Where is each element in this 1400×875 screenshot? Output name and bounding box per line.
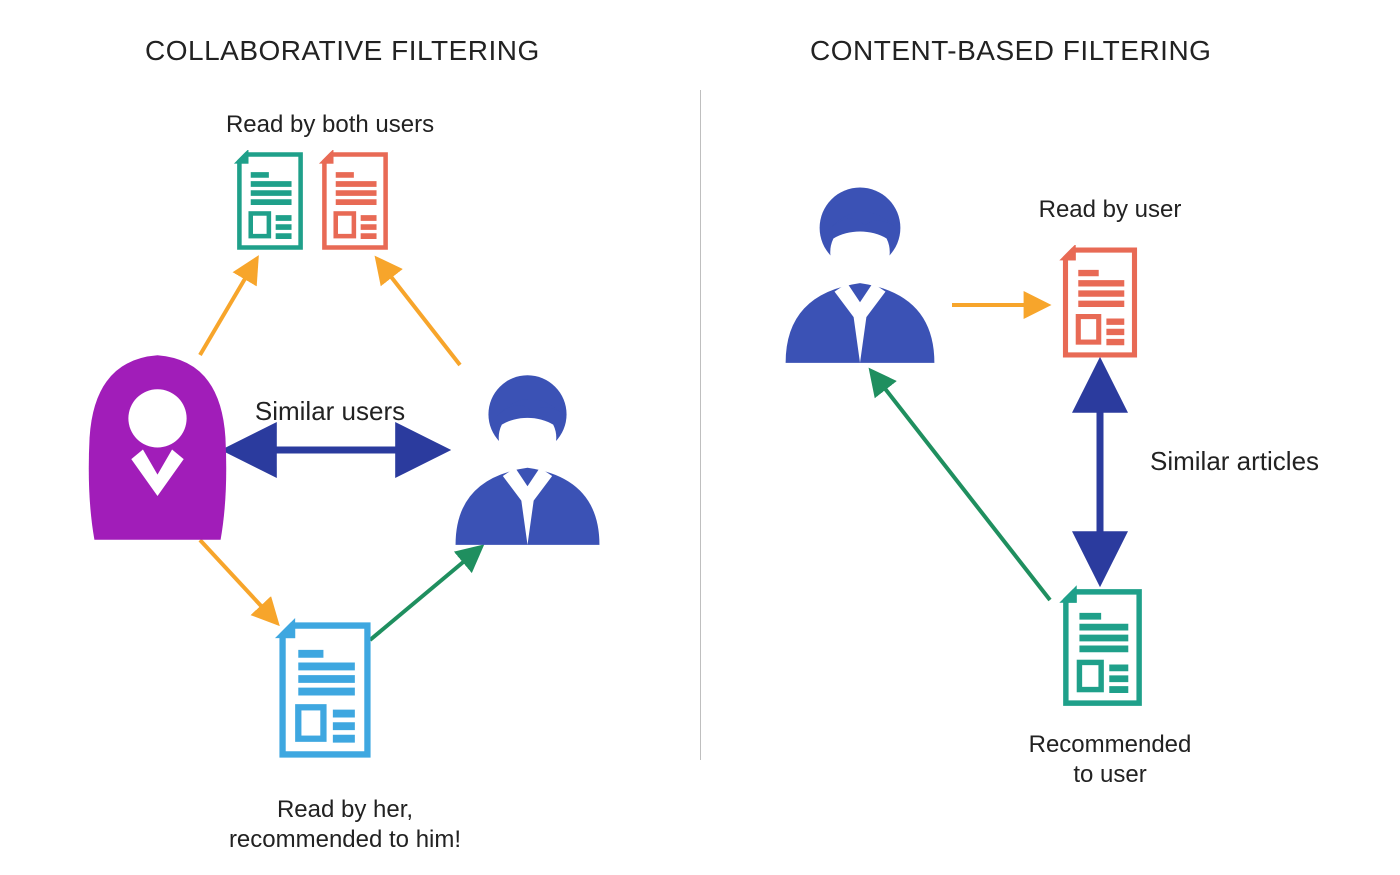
document-icon-teal — [239, 155, 300, 248]
user-icon-male-right — [786, 188, 935, 363]
document-icon-lightblue — [283, 626, 368, 755]
document-icon-red-right — [1066, 250, 1135, 355]
user-icon-male-left — [456, 375, 600, 545]
svg-layer — [0, 0, 1400, 875]
diagram-canvas: COLLABORATIVE FILTERING CONTENT-BASED FI… — [0, 0, 1400, 875]
user-icon-female — [89, 355, 226, 539]
document-icon-red — [324, 155, 385, 248]
arrow-purple-to-top — [200, 260, 256, 355]
arrow-purple-to-bottom — [200, 540, 276, 622]
arrow-bottom-to-blue — [370, 548, 480, 640]
arrow-blue-to-top — [378, 260, 460, 365]
arrow-teal-to-user — [872, 372, 1050, 600]
document-icon-teal-right — [1066, 592, 1139, 703]
